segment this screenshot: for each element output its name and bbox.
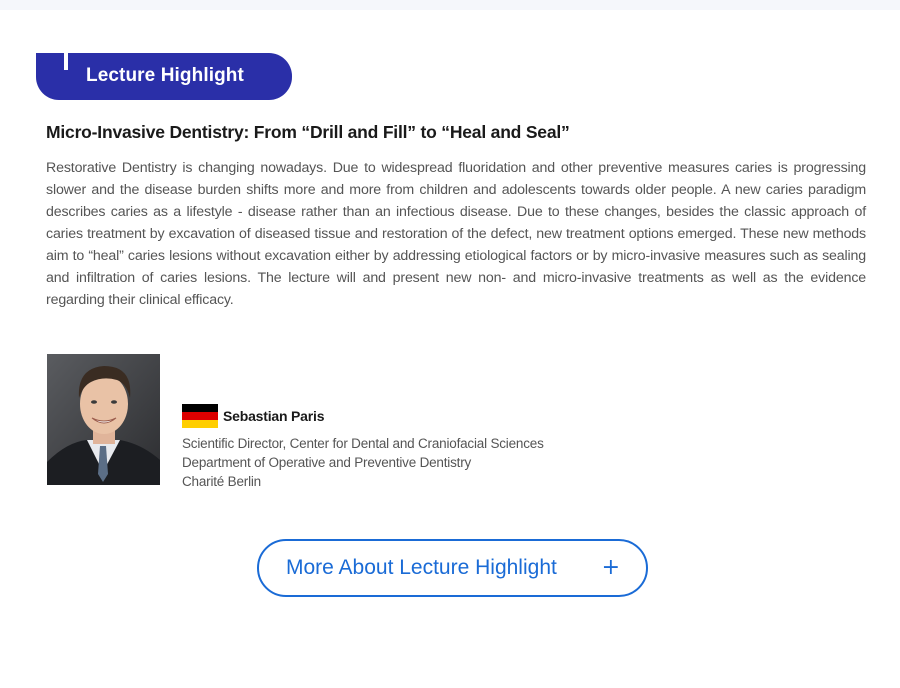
affiliation-line: Charité Berlin [182,474,261,489]
affiliation-line: Scientific Director, Center for Dental a… [182,436,544,451]
section-badge-label: Lecture Highlight [86,65,244,86]
speaker-name: Sebastian Paris [223,408,325,424]
speaker-portrait [47,354,160,485]
more-button-label: More About Lecture Highlight [286,556,557,579]
flag-stripe-black [182,404,218,412]
germany-flag-icon [182,404,218,428]
more-about-lecture-button[interactable]: More About Lecture Highlight + [257,539,648,597]
top-strip [0,0,900,10]
section-badge: Lecture Highlight [36,53,292,100]
speaker-affiliation: Scientific Director, Center for Dental a… [182,434,682,491]
flag-stripe-gold [182,420,218,428]
plus-icon: + [601,555,620,580]
affiliation-line: Department of Operative and Preventive D… [182,455,472,470]
lecture-description: Restorative Dentistry is changing nowada… [46,160,866,308]
speaker-name-row: Sebastian Paris [182,404,682,428]
lecture-title: Micro-Invasive Dentistry: From “Drill an… [46,122,570,142]
speaker-photo [47,354,160,485]
flag-stripe-red [182,412,218,420]
speaker-info: Sebastian Paris Scientific Director, Cen… [182,404,682,491]
badge-tick [64,53,68,70]
